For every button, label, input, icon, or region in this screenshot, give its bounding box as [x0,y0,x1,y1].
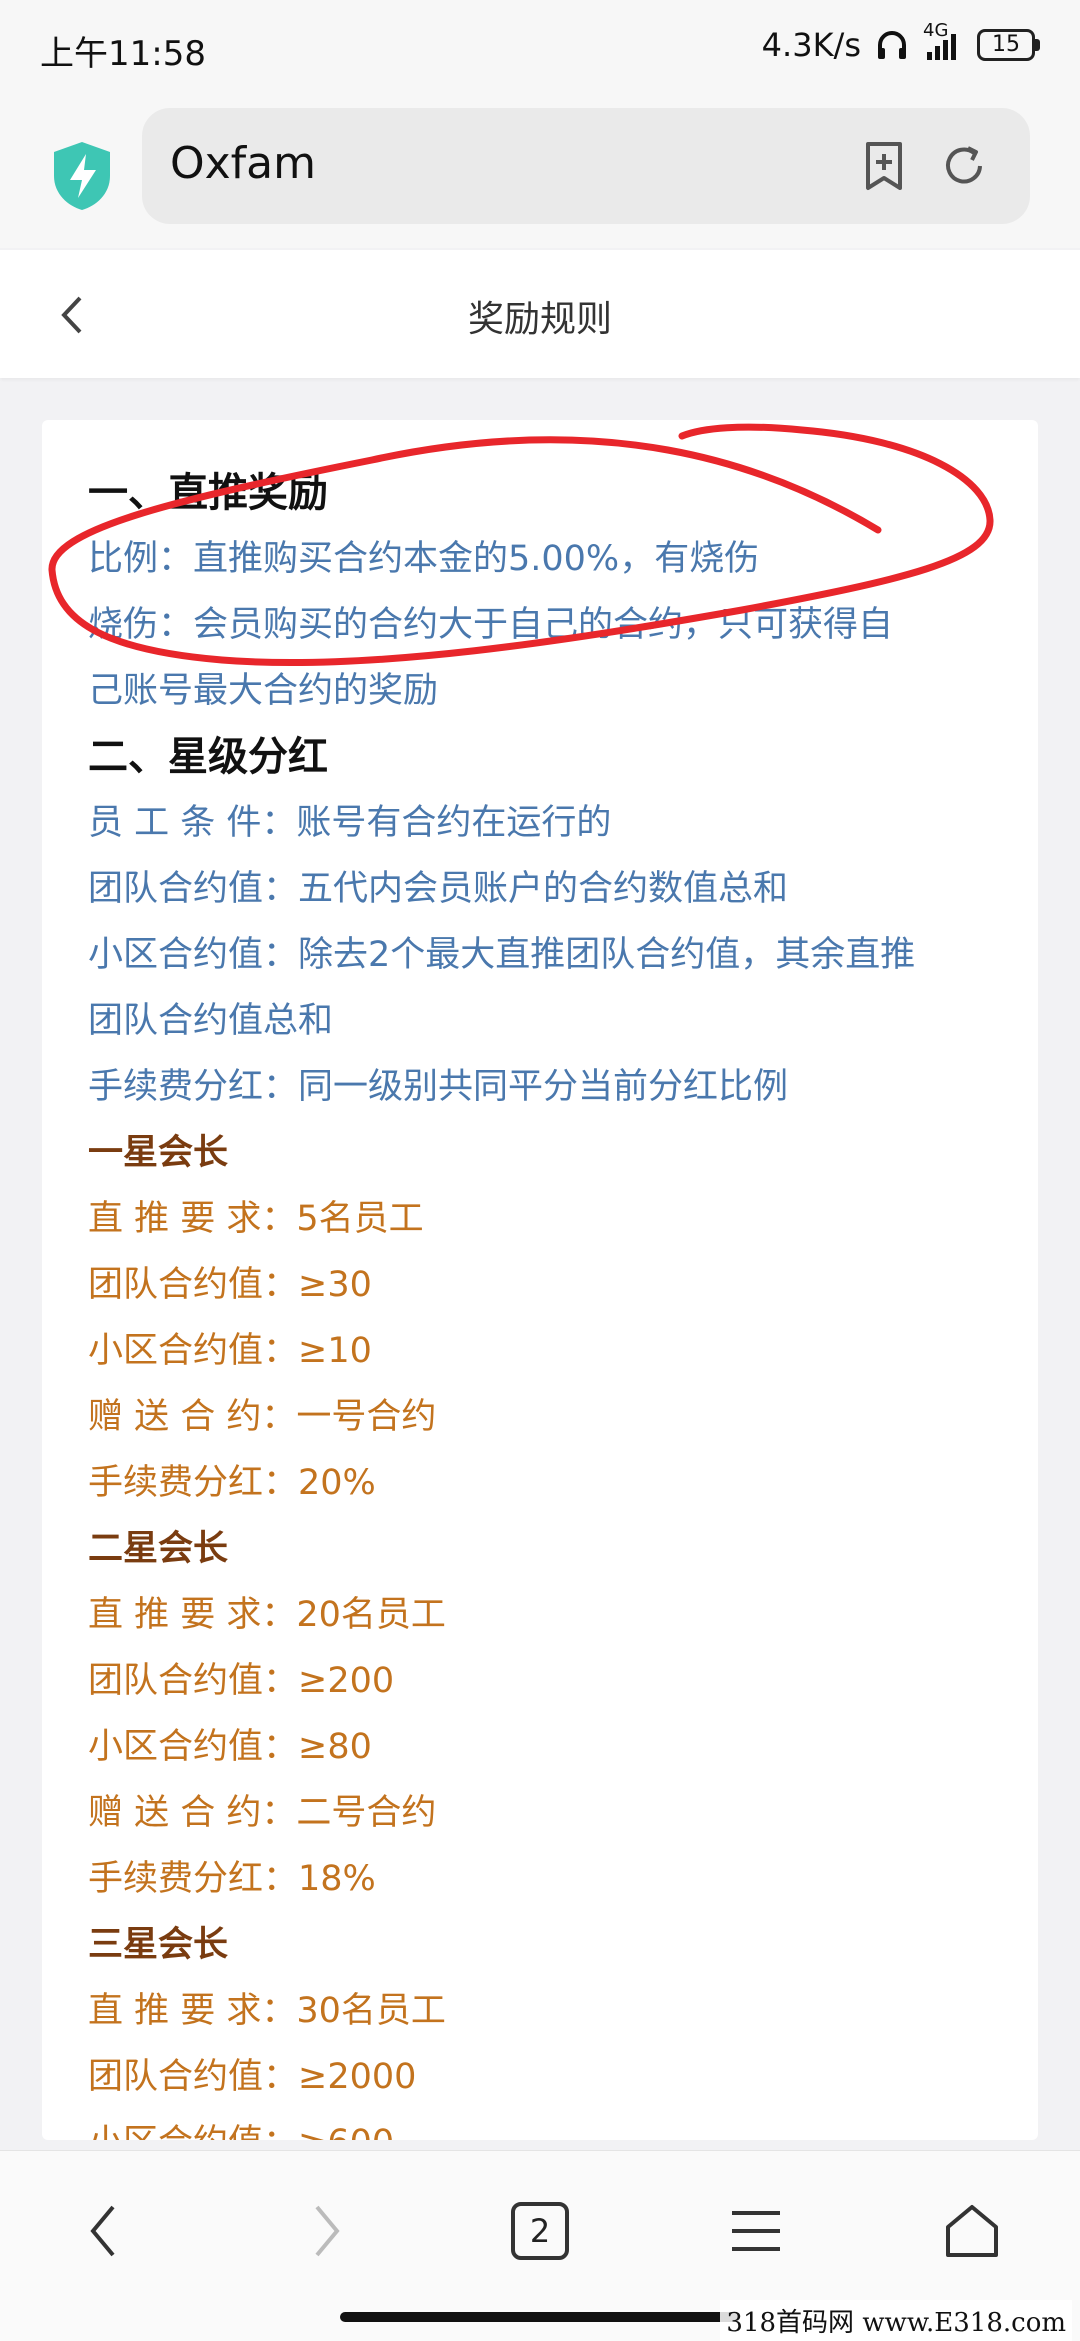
nav-back-button[interactable] [64,2191,144,2271]
home-icon [946,2205,998,2257]
rule-line: 己账号最大合约的奖励 [88,671,439,711]
rule-line: 团队合约值总和 [88,1001,334,1041]
rule-line: 团队合约值：≥30 [88,1265,372,1305]
rule-line: 手续费分红：20% [88,1463,376,1503]
menu-icon [732,2211,780,2251]
rule-line: 烧伤：会员购买的合约大于自己的合约，只可获得自 [88,605,894,645]
rule-line: 比例：直推购买合约本金的5.00%，有烧伤 [88,539,760,579]
watermark: 318首码网 www.E318.com [720,2300,1072,2341]
rule-line: 赠 送 合 约：一号合约 [88,1397,437,1437]
home-indicator[interactable] [340,2312,740,2322]
rule-line: 手续费分红：18% [88,1859,376,1899]
rule-line: 直 推 要 求：20名员工 [88,1595,446,1635]
tabs-button[interactable]: 2 [500,2191,580,2271]
tabs-icon: 2 [511,2202,569,2260]
reload-icon[interactable] [936,138,992,194]
status-indicators: 4.3K/s 4G 15 [761,20,1040,64]
headphones-icon [878,31,906,59]
page-title: 奖励规则 [467,299,612,340]
shield-icon[interactable] [50,140,114,212]
signal-icon: 4G [923,20,963,62]
page-header: 奖励规则 [0,250,1080,378]
rule-line: 团队合约值：≥2000 [88,2057,417,2097]
rule-line: 员 工 条 件：账号有合约在运行的 [88,803,612,843]
menu-button[interactable] [716,2191,796,2271]
rule-line: 团队合约值：五代内会员账户的合约数值总和 [88,869,789,909]
tier-heading: 三星会长 [88,1925,229,1965]
rule-line: 赠 送 合 约：二号合约 [88,1793,437,1833]
rules-card: 一、直推奖励比例：直推购买合约本金的5.00%，有烧伤烧伤：会员购买的合约大于自… [42,420,1038,2140]
status-time: 上午11:58 [40,34,206,74]
rule-line: 小区合约值：除去2个最大直推团队合约值，其余直推 [88,935,916,975]
section-heading: 二、星级分红 [88,734,328,780]
address-bar[interactable]: Oxfam [142,108,1030,224]
nav-forward-button[interactable] [286,2191,366,2271]
browser-toolbar: Oxfam [0,100,1080,248]
rules-text: 一、直推奖励比例：直推购买合约本金的5.00%，有烧伤烧伤：会员购买的合约大于自… [88,460,1028,2140]
rule-line: 手续费分红：同一级别共同平分当前分红比例 [88,1067,789,1107]
add-bookmark-icon[interactable] [856,138,912,194]
url-text[interactable]: Oxfam [170,138,316,189]
rule-line: 团队合约值：≥200 [88,1661,395,1701]
rule-line: 小区合约值：≥10 [88,1331,372,1371]
rule-line: 直 推 要 求：30名员工 [88,1991,446,2031]
rule-line: 小区合约值：≥80 [88,1727,372,1767]
section-heading: 一、直推奖励 [88,470,328,516]
tier-heading: 一星会长 [88,1133,229,1173]
battery-icon: 15 [977,29,1040,61]
rule-line: 直 推 要 求：5名员工 [88,1199,424,1239]
status-bar: 上午11:58 4.3K/s 4G 15 [0,0,1080,100]
home-button[interactable] [932,2191,1012,2271]
back-arrow-icon [90,2205,115,2257]
battery-tip [1035,39,1040,51]
network-speed: 4.3K/s [761,26,861,64]
tier-heading: 二星会长 [88,1529,229,1569]
rule-line: 小区合约值：≥600 [88,2110,1028,2140]
battery-level: 15 [977,29,1035,61]
forward-arrow-icon [315,2205,340,2257]
